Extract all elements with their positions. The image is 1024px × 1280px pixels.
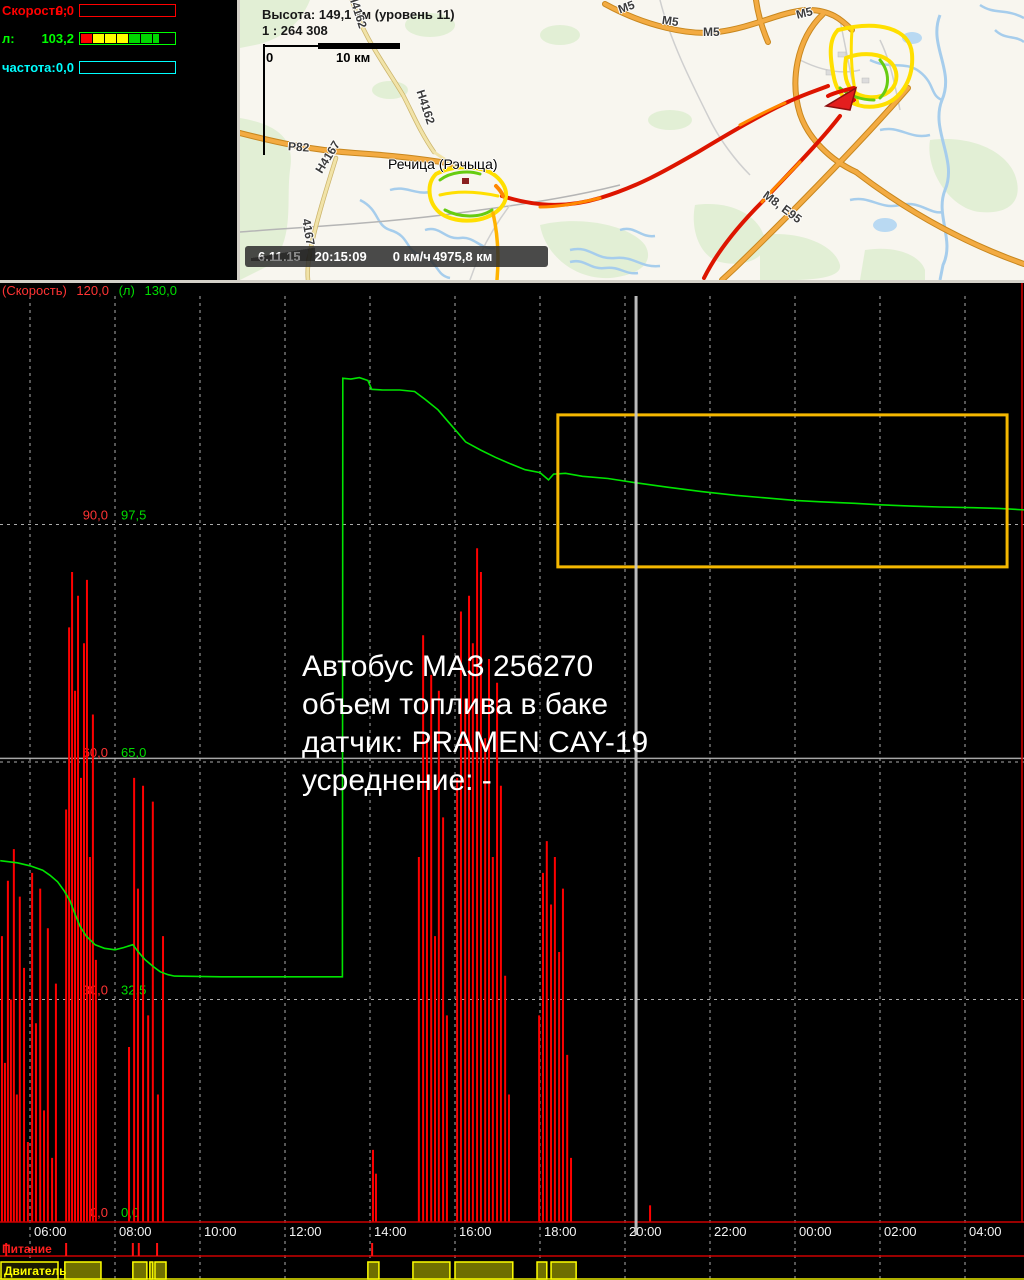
frequency-bar (79, 61, 176, 74)
fuel-bar-segment (93, 34, 104, 43)
strip-label-engine: Двигатель (4, 1264, 67, 1278)
time-axis-label: 08:00 (119, 1224, 152, 1239)
time-axis-label: 00:00 (799, 1224, 832, 1239)
fuel-bar (79, 32, 176, 45)
map-forest-areas-shape (860, 249, 925, 280)
route-track-shape (440, 172, 480, 180)
fuel-value: 103,2 (2, 31, 74, 46)
map-buildings-shape (862, 78, 869, 83)
map-water-shape (390, 189, 430, 193)
time-axis-label: 22:00 (714, 1224, 747, 1239)
time-axis-label: 02:00 (884, 1224, 917, 1239)
map-panel[interactable]: Высота: 149,1 км (уровень 11) 1 : 264 30… (240, 0, 1024, 280)
map-forest-areas-shape (648, 110, 692, 130)
scale-zero-label: 0 (266, 50, 273, 65)
route-track-shape (440, 192, 498, 196)
map-water-shape (880, 129, 930, 136)
route-track (430, 26, 913, 280)
fuel-bar-segment (141, 34, 152, 43)
map-forest-areas-shape (760, 234, 840, 280)
engine-on-block (537, 1262, 547, 1279)
time-axis-label: 14:00 (374, 1224, 407, 1239)
map-water-shape (873, 218, 897, 232)
time-axis-label: 16:00 (459, 1224, 492, 1239)
annotation-line: датчик: PRAMEN CAY-19 (302, 724, 648, 762)
map-buildings-shape (838, 52, 846, 57)
road-label-m5: М5 (703, 25, 720, 39)
fuel-axis-label: 97,5 (121, 507, 146, 522)
fuel-bar-segment (129, 34, 140, 43)
fuel-bar-segment (81, 34, 92, 43)
map-water (360, 5, 1024, 280)
chart-header: (Скорость) 120,0 (л) 130,0 (2, 283, 183, 297)
fuel-bar-segment (153, 34, 159, 43)
route-speed-segment (740, 103, 785, 125)
frequency-value: 0,0 (2, 60, 74, 75)
status-speed: 0 км/ч (393, 249, 431, 264)
fuel-axis-label: 0,0 (121, 1205, 139, 1220)
status-time: 20:15:09 (315, 249, 367, 264)
map-water-shape (980, 5, 1024, 18)
map-forest-areas-shape (540, 25, 580, 45)
chart-fuel-max: 130,0 (144, 283, 177, 298)
speed-bar (79, 4, 176, 17)
chart-panel[interactable]: (Скорость) 120,0 (л) 130,0 06:00 08:00 10:… (0, 283, 1024, 1280)
annotation-line: усреднение: - (302, 762, 648, 800)
telemetry-panel: Скорость: 0,0 л: 103,2 частота: 0,0 (0, 0, 237, 280)
time-axis-label: 06:00 (34, 1224, 67, 1239)
engine-on-block (551, 1262, 576, 1279)
route-track-shape (445, 210, 492, 216)
strip-label-power: Питание (2, 1242, 52, 1256)
chart-fuel-series-label: (л) (119, 283, 135, 298)
tracking-app-window: Скорость: 0,0 л: 103,2 частота: 0,0 (0, 0, 1024, 1280)
mini-histogram (251, 246, 317, 262)
map-canvas[interactable] (240, 0, 1024, 280)
speed-value: 0,0 (2, 3, 74, 18)
status-odometer: 4975,8 км (433, 249, 493, 264)
map-water-shape (995, 30, 1024, 42)
time-axis-label: 20:00 (629, 1224, 662, 1239)
map-forest-areas-shape (694, 204, 766, 264)
map-scale-ruler-shape (318, 43, 400, 49)
engine-on-block (455, 1262, 513, 1279)
engine-on-block (133, 1262, 147, 1279)
time-axis-label: 12:00 (289, 1224, 322, 1239)
town-label: Речица (Рэчыца) (388, 156, 498, 172)
map-status-bar: 6.11.15 20:15:09 0 км/ч 4975,8 км (245, 246, 548, 267)
scale-distance-label: 10 км (336, 50, 370, 65)
annotation-line: объем топлива в баке (302, 686, 648, 724)
time-axis-label: 10:00 (204, 1224, 237, 1239)
chart-annotation: Автобус МАЗ 256270 объем топлива в баке … (302, 648, 648, 800)
road-label-p82: Р82 (288, 139, 310, 154)
fuel-bar-segment (105, 34, 116, 43)
road-label-m5: М5 (661, 13, 679, 29)
chart-speed-max: 120,0 (76, 283, 109, 298)
engine-on-block (155, 1262, 166, 1279)
fuel-bar-segment (117, 34, 128, 43)
map-forest-areas (240, 0, 1018, 280)
time-axis-label: 18:00 (544, 1224, 577, 1239)
annotation-line: Автобус МАЗ 256270 (302, 648, 648, 686)
speed-axis-label: 90,0 (83, 507, 108, 522)
fuel-axis-label: 65,0 (121, 745, 146, 760)
time-axis-label: 04:00 (969, 1224, 1002, 1239)
map-buildings-shape (462, 178, 469, 184)
engine-on-block (65, 1262, 101, 1279)
engine-on-block (150, 1262, 153, 1279)
engine-on-block (413, 1262, 450, 1279)
engine-on-block (368, 1262, 379, 1279)
chart-speed-series-label: (Скорость) (2, 283, 67, 298)
